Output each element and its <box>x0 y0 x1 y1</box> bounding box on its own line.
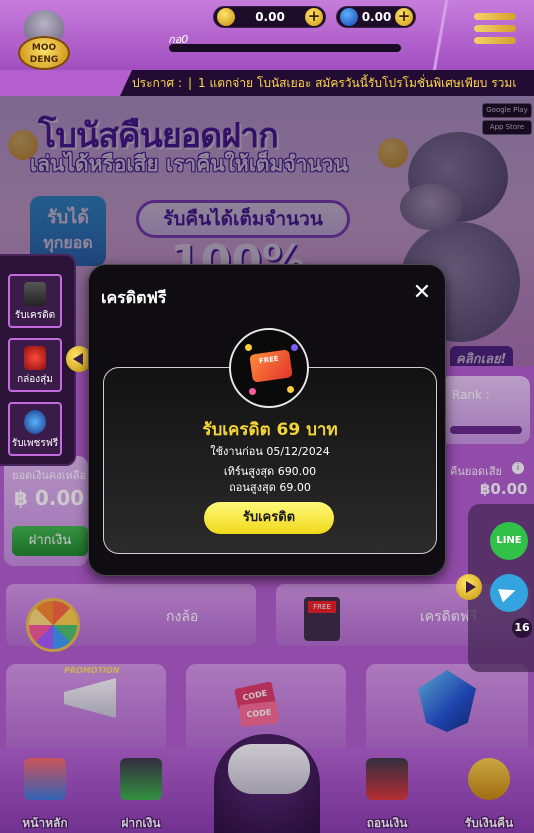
close-icon[interactable]: ✕ <box>411 282 433 305</box>
nav-withdraw-label: ถอนเงิน <box>366 816 408 830</box>
nav-deposit[interactable]: ฝากเงิน <box>106 754 176 833</box>
coin-wallet: 0.00 + <box>213 6 326 28</box>
deposit-icon <box>120 758 162 800</box>
lucky-wheel-icon <box>26 598 80 652</box>
rank-label: Rank : <box>452 388 490 402</box>
side-item-credit[interactable]: รับเครดิต <box>8 274 62 328</box>
rank-card: Rank : <box>440 376 530 444</box>
coin-amount: 0.00 <box>255 10 285 24</box>
social-collapse-icon[interactable] <box>456 574 482 600</box>
telegram-icon[interactable] <box>490 574 528 612</box>
cashback-value: ฿0.00 <box>480 480 528 498</box>
balance-value: ฿ 0.00 <box>14 486 85 510</box>
side-item-gift-box-label: กล่องสุ่ม <box>17 374 53 385</box>
nav-cashback[interactable]: รับเงินคืน <box>454 754 524 833</box>
credit-heading: รับเครดิต 69 บาท <box>202 420 338 440</box>
logo-text: MOO DENG <box>18 36 70 70</box>
rank-progress-bar <box>450 426 522 434</box>
withdraw-icon <box>366 758 408 800</box>
marquee-divider: | <box>188 76 193 90</box>
free-atm-icon <box>304 597 340 641</box>
free-card-icon: FREE <box>229 328 309 408</box>
gem-icon <box>340 8 358 26</box>
deposit-button[interactable]: ฝากเงิน <box>12 526 88 556</box>
cashback-label: คืนยอดเสีย <box>450 465 502 478</box>
announcement-label: ประกาศ : <box>132 75 182 90</box>
nav-withdraw[interactable]: ถอนเงิน <box>352 754 422 833</box>
modal-title: เครดิตฟรี <box>101 288 167 307</box>
side-item-diamond-label: รับเพชรฟรี <box>11 438 59 449</box>
announcement-text: 1 แตกจ่าย โบนัสเยอะ สมัครวันนี้รับโปรโมช… <box>198 75 517 90</box>
side-drawer: รับเครดิต กล่องสุ่ม รับเพชรฟรี <box>0 254 76 466</box>
side-item-credit-label: รับเครดิต <box>14 310 56 321</box>
code-ticket-icon-2: CODE <box>238 701 280 727</box>
wheel-label: กงล้อ <box>166 609 199 625</box>
credit-icon <box>24 282 46 306</box>
coin-icon <box>217 8 235 26</box>
nav-home[interactable]: หน้าหลัก <box>10 754 80 833</box>
balance-card: ยอดเงินคงเหลือ ฿ 0.00 ฝากเงิน <box>4 456 88 566</box>
app-logo[interactable]: MOO DENG <box>16 10 72 72</box>
gem-wallet: 0.00 + <box>336 6 416 28</box>
side-item-gift-box[interactable]: กล่องสุ่ม <box>8 338 62 392</box>
promotion-tile[interactable] <box>6 664 166 756</box>
balance-label: ยอดเงินคงเหลือ <box>12 469 86 482</box>
claim-credit-button[interactable]: รับเครดิต <box>204 502 334 534</box>
credit-max-withdraw: ถอนสูงสุด 69.00 <box>229 481 311 494</box>
add-gem-button[interactable]: + <box>395 8 413 26</box>
user-level-bar <box>169 44 401 52</box>
credit-expiry: ใช้งานก่อน 05/12/2024 <box>210 445 330 458</box>
cashback-icon <box>468 758 510 800</box>
side-item-diamond[interactable]: รับเพชรฟรี <box>8 402 62 456</box>
add-coin-button[interactable]: + <box>305 8 323 26</box>
social-panel: LINE 16 <box>456 504 534 672</box>
code-ticket-label-2: CODE <box>246 707 272 720</box>
nav-deposit-label: ฝากเงิน <box>121 816 161 830</box>
line-icon[interactable]: LINE <box>490 522 528 560</box>
promotion-tag: PROMOTION <box>64 666 120 675</box>
hamburger-menu-icon[interactable] <box>474 13 516 47</box>
home-icon <box>24 758 66 800</box>
diamond-icon <box>24 410 46 434</box>
cashback-card: คืนยอดเสีย i ฿0.00 <box>440 458 530 508</box>
announcement-marquee: ประกาศ : | 1 แตกจ่าย โบนัสเยอะ สมัครวันน… <box>120 70 534 96</box>
info-icon[interactable]: i <box>512 462 524 474</box>
nav-home-label: หน้าหลัก <box>22 816 68 830</box>
notification-badge[interactable]: 16 <box>512 618 532 638</box>
header-divider <box>412 0 472 70</box>
game-controller-icon[interactable] <box>228 744 310 794</box>
top-header: MOO DENG กอ0 0.00 + 0.00 + <box>0 0 534 70</box>
nav-cashback-label: รับเงินคืน <box>464 816 514 830</box>
free-credit-modal: เครดิตฟรี ✕ รับเครดิต 69 บาท ใช้งานก่อน … <box>88 264 446 576</box>
gift-box-icon <box>24 346 46 370</box>
gem-amount: 0.00 <box>361 10 392 24</box>
